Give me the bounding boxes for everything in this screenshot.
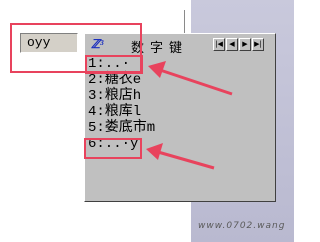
watermark: www.0702.wang [198, 221, 286, 231]
annotation-arrows [146, 61, 233, 170]
arrow-to-candidate-6 [146, 143, 215, 170]
arrow-to-candidate-1 [148, 61, 233, 96]
